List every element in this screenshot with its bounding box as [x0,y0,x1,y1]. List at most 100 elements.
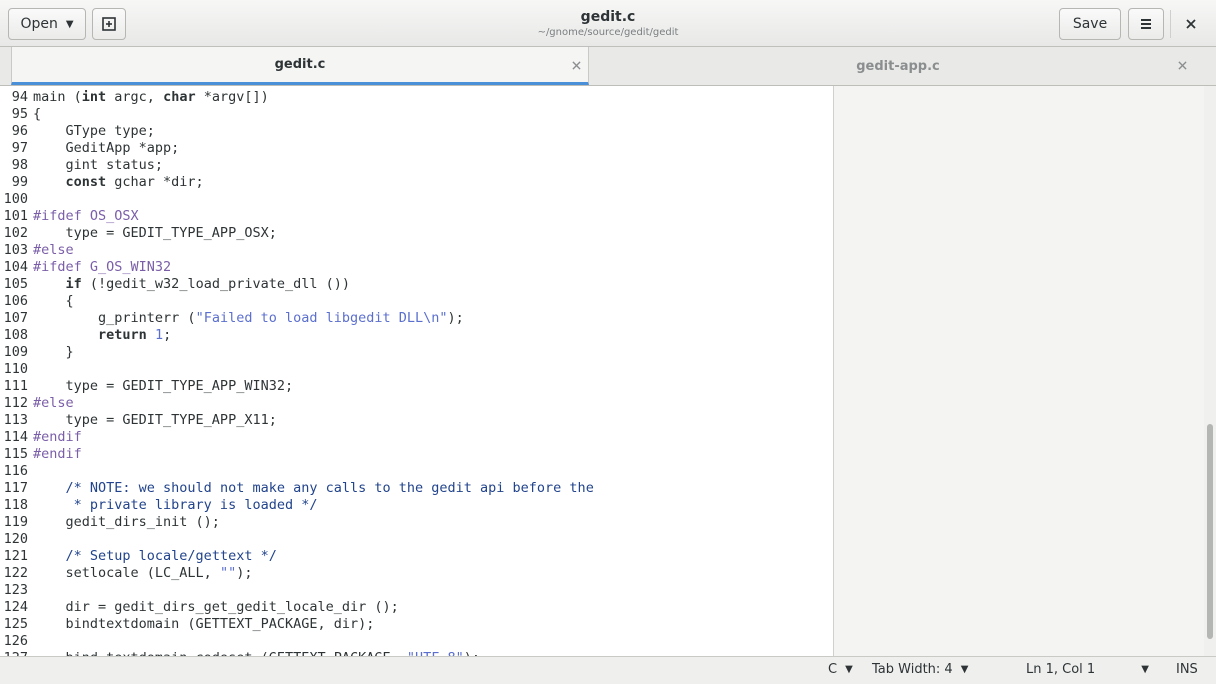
code-line[interactable]: 115 #endif [0,446,594,463]
code-token: if [65,276,82,292]
code-line[interactable]: 113 type = GEDIT_TYPE_APP_X11; [0,412,594,429]
minimap[interactable] [834,86,1204,656]
cursor-position-selector[interactable]: Ln 1, Col 1 ▼ [1026,662,1149,677]
tab-width-selector[interactable]: Tab Width: 4 ▼ [872,662,968,677]
hamburger-menu-icon [1141,19,1151,29]
line-number: 95 [11,106,28,122]
code-token: #ifdef G_OS_WIN32 [33,259,172,275]
code-line[interactable]: 103 #else [0,242,594,259]
chevron-down-icon: ▼ [845,664,853,675]
code-line[interactable]: 124 dir = gedit_dirs_get_gedit_locale_di… [0,599,594,616]
code-line[interactable]: 125 bindtextdomain (GETTEXT_PACKAGE, dir… [0,616,594,633]
language-selector[interactable]: C ▼ [828,662,853,677]
code-token: const [65,174,107,190]
code-token: setlocale (LC_ALL, [33,565,220,581]
cursor-position-label: Ln 1, Col 1 [1026,662,1096,677]
code-line[interactable]: 104 #ifdef G_OS_WIN32 [0,259,594,276]
code-token: { [33,293,74,309]
tab-close-button[interactable] [1174,57,1190,73]
code-token: "" [219,565,237,581]
line-number: 106 [3,293,28,309]
code-line[interactable]: 123 [0,582,594,599]
line-number: 120 [3,531,28,547]
code-line[interactable]: 99 const gchar *dir; [0,174,594,191]
code-line[interactable]: 101 #ifdef OS_OSX [0,208,594,225]
code-line[interactable]: 120 [0,531,594,548]
code-line[interactable]: 118 * private library is loaded */ [0,497,594,514]
code-token: gedit_dirs_init (); [33,514,220,530]
code-line[interactable]: 97 GeditApp *app; [0,140,594,157]
line-number: 115 [3,446,28,462]
code-token: GType type; [33,123,155,139]
code-line[interactable]: 98 gint status; [0,157,594,174]
line-number: 110 [3,361,28,377]
line-number: 97 [11,140,28,156]
save-button[interactable]: Save [1059,8,1121,40]
line-number: 109 [3,344,28,360]
code-token: /* NOTE: we should not make any calls to… [65,480,594,496]
code-line[interactable]: 106 { [0,293,594,310]
line-number: 113 [3,412,28,428]
insert-mode-indicator: INS [1176,662,1198,677]
code-line[interactable]: 96 GType type; [0,123,594,140]
code-token: ); [236,565,253,581]
code-line[interactable]: 111 type = GEDIT_TYPE_APP_WIN32; [0,378,594,395]
code-token: type = GEDIT_TYPE_APP_X11; [33,412,277,428]
code-line[interactable]: 121 /* Setup locale/gettext */ [0,548,594,565]
line-number: 102 [3,225,28,241]
tab-gedit-c[interactable]: gedit.c [11,47,589,85]
scrollbar-thumb[interactable] [1207,424,1213,639]
line-number: 108 [3,327,28,343]
new-document-icon [102,17,116,31]
line-number: 117 [3,480,28,496]
language-label: C [828,662,838,677]
close-icon [1177,60,1187,70]
code-line[interactable]: 114 #endif [0,429,594,446]
code-line[interactable]: 102 type = GEDIT_TYPE_APP_OSX; [0,225,594,242]
code-token: dir = gedit_dirs_get_gedit_locale_dir ()… [33,599,399,615]
tab-close-button[interactable] [568,57,584,73]
code-line[interactable]: 108 return 1; [0,327,594,344]
code-line[interactable]: 100 [0,191,594,208]
code-line[interactable]: 110 [0,361,594,378]
code-line[interactable]: 112 #else [0,395,594,412]
code-line[interactable]: 117 /* NOTE: we should not make any call… [0,480,594,497]
chevron-down-icon: ▼ [960,664,969,675]
code-token: #ifdef OS_OSX [33,208,139,224]
code-line[interactable]: 94 main (int argc, char *argv[]) [0,89,594,106]
close-icon [571,60,581,70]
open-button[interactable]: Open ▼ [8,8,86,40]
line-number: 121 [3,548,28,564]
tab-gedit-app-c[interactable]: gedit-app.c [590,47,1206,85]
vertical-scrollbar[interactable] [1204,86,1216,656]
text-editor[interactable]: 94 main (int argc, char *argv[]) 95 {96 GTy… [0,86,834,656]
code-line[interactable]: 105 if (!gedit_w32_load_private_dll ()) [0,276,594,293]
save-button-label: Save [1072,16,1108,32]
code-token: type = GEDIT_TYPE_APP_OSX; [33,225,277,241]
chevron-down-icon: ▼ [65,18,74,30]
code-line[interactable]: 107 g_printerr ("Failed to load libgedit… [0,310,594,327]
code-line[interactable]: 116 [0,463,594,480]
line-number: 124 [3,599,28,615]
code-line[interactable]: 95 { [0,106,594,123]
code-line[interactable]: 126 [0,633,594,650]
code-token: #endif [33,446,82,462]
window-close-button[interactable] [1176,11,1206,37]
open-button-label: Open [20,16,58,32]
code-line[interactable]: 122 setlocale (LC_ALL, ""); [0,565,594,582]
code-token: "Failed to load libgedit DLL\n" [195,310,448,326]
menu-button[interactable] [1128,8,1164,40]
tab-label: gedit-app.c [856,58,940,74]
line-number: 98 [11,157,28,173]
window-title: gedit.c [580,9,636,25]
code-view[interactable]: 94 main (int argc, char *argv[]) 95 {96 GTy… [0,89,594,656]
new-tab-button[interactable] [92,8,126,40]
code-line[interactable]: 109 } [0,344,594,361]
code-token: #else [33,395,74,411]
header-bar: Open ▼ gedit.c ~/gnome/source/gedit/gedi… [0,0,1216,47]
code-line[interactable]: 119 gedit_dirs_init (); [0,514,594,531]
line-number: 107 [3,310,28,326]
